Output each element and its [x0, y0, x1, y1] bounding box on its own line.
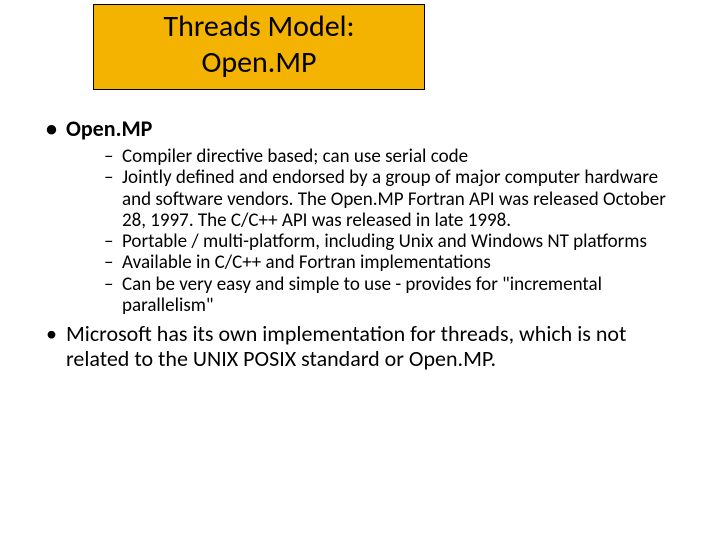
list-item-text: Compiler directive based; can use serial… — [122, 145, 468, 168]
list-item-text: Can be very easy and simple to use - pro… — [122, 273, 602, 317]
bullet-second-text: Microsoft has its own implementation for… — [66, 320, 626, 372]
list-item: –Compiler directive based; can use seria… — [104, 146, 671, 167]
title-line-1: Threads Model: — [163, 8, 354, 45]
dash-icon: – — [104, 167, 122, 188]
list-item-text: Available in C/C++ and Fortran implement… — [122, 251, 491, 274]
list-item-text: Jointly defined and endorsed by a group … — [122, 166, 666, 232]
bullet-heading: •Open.MP — [46, 115, 671, 142]
bullet-dot-icon: • — [46, 115, 66, 142]
dash-icon: – — [104, 252, 122, 273]
sub-bullet-list: –Compiler directive based; can use seria… — [46, 146, 671, 316]
list-item: –Portable / multi-platform, including Un… — [104, 231, 671, 252]
slide-body: •Open.MP –Compiler directive based; can … — [46, 115, 671, 371]
bullet-second: •Microsoft has its own implementation fo… — [46, 322, 671, 371]
list-item: –Jointly defined and endorsed by a group… — [104, 167, 671, 231]
bullet-dot-icon: • — [46, 322, 66, 347]
title-line-2: Open.MP — [201, 44, 316, 81]
dash-icon: – — [104, 231, 122, 252]
list-item-text: Portable / multi-platform, including Uni… — [122, 230, 647, 253]
slide-title-box: Threads Model: Open.MP — [93, 4, 425, 90]
dash-icon: – — [104, 274, 122, 295]
dash-icon: – — [104, 146, 122, 167]
list-item: –Available in C/C++ and Fortran implemen… — [104, 252, 671, 273]
list-item: –Can be very easy and simple to use - pr… — [104, 274, 671, 317]
bullet-heading-text: Open.MP — [66, 115, 152, 142]
